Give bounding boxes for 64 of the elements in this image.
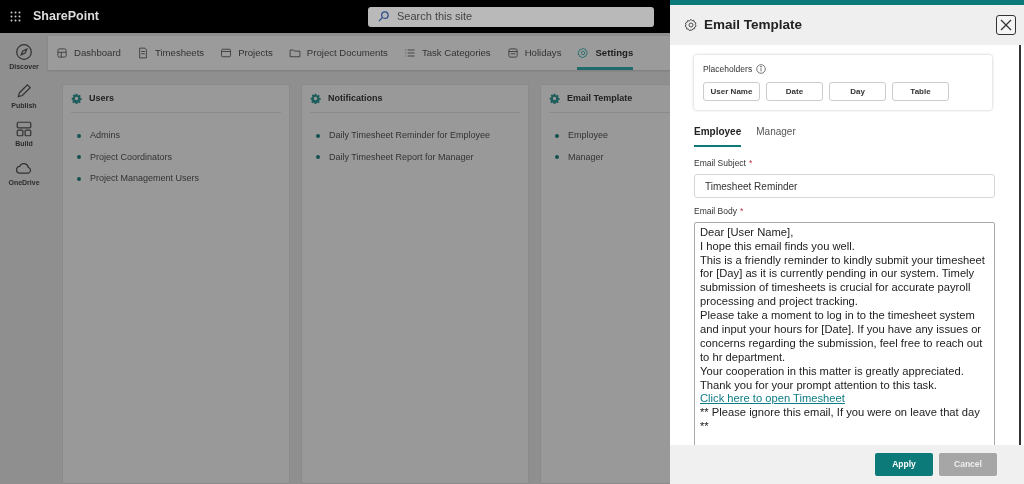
nav-tab[interactable]: Projects: [220, 36, 273, 70]
info-icon[interactable]: [756, 64, 767, 75]
nav-tab[interactable]: Project Documents: [288, 36, 388, 70]
settings-icon: [549, 93, 560, 104]
panel-title: Email Template: [704, 15, 803, 34]
body-text: ** Please ignore this email, If you were on leave that day **: [700, 406, 981, 435]
calendar-icon: [506, 47, 519, 59]
search-icon: [378, 11, 389, 22]
placeholder-button[interactable]: Date: [766, 82, 823, 102]
bullet-icon: [77, 155, 81, 160]
tab[interactable]: Manager: [756, 118, 796, 148]
body-text: Your cooperation in this matter is greatly appreciated. Thank you for your prompt attention to this task.: [700, 364, 965, 393]
required-mark: *: [740, 205, 744, 218]
app-name[interactable]: SharePoint: [33, 7, 99, 26]
body-text: I hope this email finds you well.: [700, 239, 856, 254]
bullet-icon: [316, 155, 320, 160]
nav-tab[interactable]: Settings: [577, 36, 634, 70]
card-link[interactable]: Employee: [568, 129, 609, 143]
card-link[interactable]: Daily Timesheet Reminder for Employee: [329, 129, 491, 143]
field-label: Email Body: [694, 205, 737, 218]
blocks-icon: [15, 120, 33, 138]
bullet-icon: [555, 155, 559, 160]
apply-button[interactable]: Apply: [875, 453, 933, 476]
card-link[interactable]: Admins: [90, 129, 120, 143]
settings-icon: [684, 18, 698, 32]
card-title: Users: [89, 91, 115, 105]
pen-icon: [15, 81, 33, 100]
dashboard-icon: [56, 47, 68, 59]
bullet-icon: [555, 133, 559, 138]
field-label: Email Subject: [694, 157, 746, 170]
compass-icon: [15, 43, 33, 61]
nav-tab[interactable]: Task Categories: [403, 36, 491, 70]
placeholders-label: Placeholders: [703, 63, 753, 76]
card-link[interactable]: Daily Timesheet Report for Manager: [329, 150, 474, 164]
body-text: This is a friendly reminder to kindly submit your timesheet for [Day] as it is currently pending in our system. Timely submission of timesheets is crucial for accurate payroll processing and project tracking.: [700, 253, 986, 310]
app-launcher-icon[interactable]: [10, 11, 21, 22]
subject-field[interactable]: Timesheet Reminder: [694, 174, 995, 198]
required-mark: *: [748, 157, 753, 170]
body-text: Dear [User Name],: [700, 225, 795, 240]
search-field[interactable]: Search this site: [368, 6, 654, 27]
bullet-icon: [77, 176, 81, 181]
placeholder-button[interactable]: Table: [892, 82, 949, 102]
settings-icon: [577, 47, 590, 59]
document-icon: [136, 47, 149, 59]
nav-tab[interactable]: Holidays: [506, 36, 562, 70]
bullet-icon: [77, 133, 81, 138]
window-icon: [220, 47, 233, 59]
close-button[interactable]: [996, 15, 1016, 35]
card-link[interactable]: Manager: [568, 150, 604, 164]
folder-icon: [288, 47, 301, 59]
placeholder-button[interactable]: User Name: [703, 82, 760, 102]
card-title: Email Template: [567, 91, 633, 105]
nav-tab[interactable]: Dashboard: [56, 36, 121, 70]
nav-tab[interactable]: Timesheets: [136, 36, 205, 70]
card-title: Notifications: [328, 91, 383, 105]
bullet-icon: [316, 133, 320, 138]
settings-icon: [71, 93, 82, 104]
placeholder-button[interactable]: Day: [829, 82, 886, 102]
card-link[interactable]: Project Coordinators: [90, 150, 173, 164]
tab[interactable]: Employee: [694, 118, 742, 148]
settings-icon: [310, 93, 321, 104]
card-link[interactable]: Project Management Users: [90, 172, 200, 186]
body-text: Please take a moment to log in to the timesheet system and input your hours for [Date]. If you have any issues or concerns regarding the submission, feel free to reach out to hr department.: [700, 309, 984, 365]
timesheet-link[interactable]: Click here to open Timesheet: [700, 392, 845, 405]
